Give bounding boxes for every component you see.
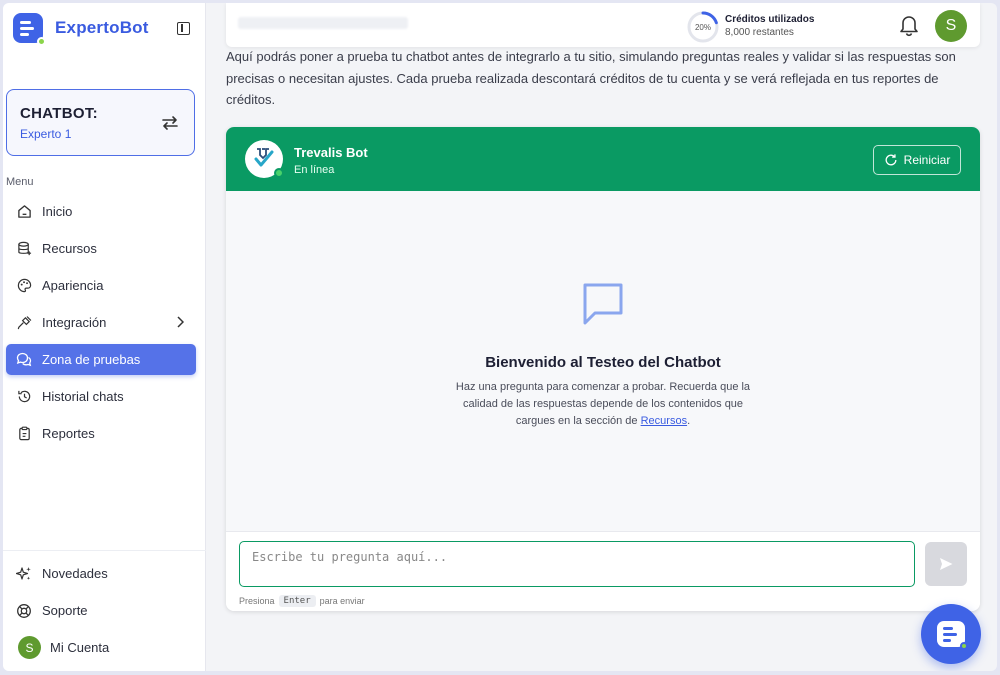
sparkles-icon	[16, 566, 32, 582]
message-square-icon	[583, 283, 623, 325]
sidebar-nav: Inicio Recursos Apariencia Integración Z…	[6, 196, 196, 455]
lifebuoy-icon	[16, 603, 32, 619]
chat-bubbles-icon	[16, 352, 32, 368]
sidebar-item-novedades[interactable]: Novedades	[6, 558, 196, 589]
credits-remaining: 8,000 restantes	[725, 27, 794, 38]
welcome-title: Bienvenido al Testeo del Chatbot	[485, 354, 721, 371]
database-icon	[16, 241, 32, 257]
chatbot-selector[interactable]: CHATBOT: Experto 1	[6, 89, 195, 156]
chevron-right-icon	[176, 315, 185, 331]
page-description: Aquí podrás poner a prueba tu chatbot an…	[226, 49, 956, 107]
bell-icon[interactable]	[898, 13, 920, 37]
collapse-sidebar-icon[interactable]	[177, 22, 190, 35]
bot-name: Trevalis Bot	[294, 145, 368, 160]
top-bar: 20% Créditos utilizados 8,000 restantes …	[226, 3, 980, 47]
welcome-area: Bienvenido al Testeo del Chatbot Haz una…	[226, 191, 980, 531]
send-button[interactable]	[925, 542, 967, 586]
sidebar-item-reportes[interactable]: Reportes	[6, 418, 196, 449]
home-icon	[16, 204, 32, 220]
online-indicator	[274, 168, 284, 178]
sidebar-item-label: Zona de pruebas	[42, 352, 141, 367]
credits-info: Créditos utilizados 8,000 restantes	[725, 14, 814, 38]
recursos-link[interactable]: Recursos	[641, 415, 687, 427]
reset-button[interactable]: Reiniciar	[873, 145, 961, 175]
blurred-page-title	[238, 17, 408, 29]
credits-percent: 20%	[694, 22, 711, 32]
chatbot-label: CHATBOT:	[20, 105, 98, 122]
sidebar-item-label: Novedades	[42, 566, 108, 581]
sidebar-item-label: Integración	[42, 315, 107, 330]
question-input[interactable]	[239, 541, 915, 587]
credits-title: Créditos utilizados	[725, 14, 815, 25]
refresh-icon	[885, 154, 897, 166]
bot-logo-icon	[254, 148, 274, 167]
clipboard-icon	[16, 426, 32, 442]
sidebar-item-label: Historial chats	[42, 389, 124, 404]
sidebar-item-label: Recursos	[42, 241, 97, 256]
composer: Presiona Enter para enviar	[226, 531, 980, 611]
user-avatar[interactable]: S	[935, 10, 967, 42]
sidebar-item-label: Inicio	[42, 204, 73, 219]
credits-progress-ring: 20%	[686, 10, 720, 44]
chat-test-panel: Trevalis Bot En línea Reiniciar Bienveni…	[226, 127, 980, 611]
bot-status: En línea	[294, 164, 335, 176]
sidebar-item-label: Apariencia	[42, 278, 104, 293]
app-window: ExpertoBot CHATBOT: Experto 1 Menu Inici…	[3, 3, 997, 671]
sidebar-item-soporte[interactable]: Soporte	[6, 595, 196, 626]
chatbot-icon	[937, 621, 968, 650]
welcome-text: Haz una pregunta para comenzar a probar.…	[455, 381, 751, 427]
brand-logo-icon	[13, 13, 46, 46]
sidebar-item-zona-de-pruebas[interactable]: Zona de pruebas	[6, 344, 196, 375]
chat-header: Trevalis Bot En línea Reiniciar	[226, 127, 980, 191]
chat-launcher-button[interactable]	[921, 604, 981, 664]
sidebar-item-recursos[interactable]: Recursos	[6, 233, 196, 264]
plug-icon	[16, 315, 32, 331]
sidebar-item-historial-chats[interactable]: Historial chats	[6, 381, 196, 412]
sidebar-item-label: Mi Cuenta	[50, 640, 110, 655]
sidebar-item-inicio[interactable]: Inicio	[6, 196, 196, 227]
enter-key: Enter	[278, 595, 316, 607]
history-icon	[16, 389, 32, 405]
bot-avatar	[245, 140, 284, 178]
sidebar-item-label: Reportes	[42, 426, 95, 441]
sidebar: ExpertoBot CHATBOT: Experto 1 Menu Inici…	[3, 3, 206, 671]
brand[interactable]: ExpertoBot	[13, 11, 149, 46]
menu-label: Menu	[6, 176, 34, 188]
avatar: S	[18, 636, 41, 659]
brand-name: ExpertoBot	[55, 18, 149, 37]
send-icon	[940, 558, 953, 570]
reset-label: Reiniciar	[903, 153, 951, 167]
sidebar-footer: Novedades Soporte S Mi Cuenta	[3, 550, 206, 669]
sidebar-item-mi-cuenta[interactable]: S Mi Cuenta	[6, 632, 196, 663]
palette-icon	[16, 278, 32, 294]
sidebar-item-integracion[interactable]: Integración	[6, 307, 196, 338]
sidebar-item-apariencia[interactable]: Apariencia	[6, 270, 196, 301]
chatbot-name: Experto 1	[20, 127, 72, 141]
sidebar-item-label: Soporte	[42, 603, 88, 618]
send-hint: Presiona Enter para enviar	[239, 595, 365, 607]
swap-icon[interactable]	[161, 115, 179, 131]
